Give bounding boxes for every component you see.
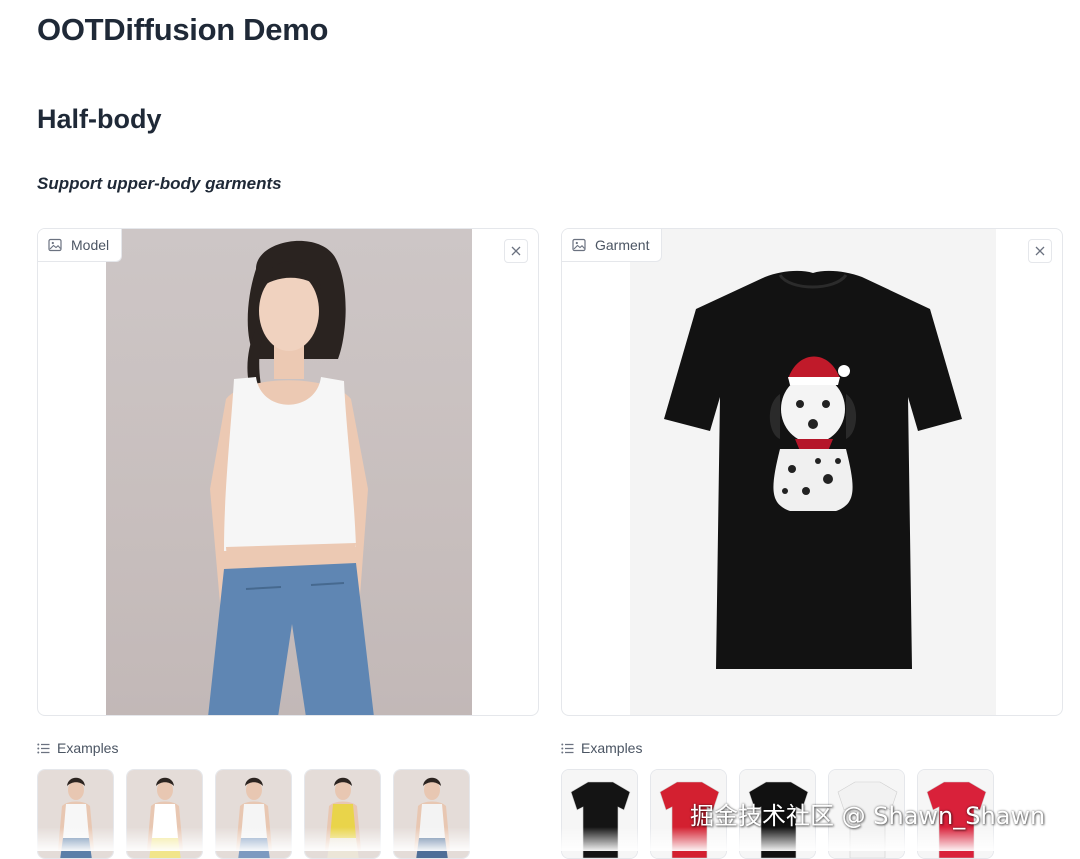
garment-examples-label: Examples: [581, 740, 643, 756]
garment-image-upload[interactable]: Garment: [561, 228, 1063, 716]
model-close-button[interactable]: [504, 239, 528, 263]
model-image: [106, 229, 472, 715]
garment-image: [630, 229, 996, 715]
model-examples-header: Examples: [37, 740, 118, 756]
watermark: 掘金技术社区 @ Shawn_Shawn: [690, 802, 1046, 830]
garment-label-text: Garment: [595, 237, 650, 253]
model-label-text: Model: [71, 237, 110, 253]
model-examples-label: Examples: [57, 740, 119, 756]
garment-examples-header: Examples: [561, 740, 642, 756]
garment-label: Garment: [562, 229, 663, 262]
image-icon: [48, 238, 62, 252]
list-icon: [561, 743, 574, 754]
garment-close-button[interactable]: [1028, 239, 1052, 263]
close-icon: [511, 244, 521, 259]
model-label: Model: [38, 229, 123, 262]
section-subtitle: Support upper-body garments: [37, 174, 282, 193]
close-icon: [1035, 244, 1045, 259]
image-icon: [572, 238, 586, 252]
page-title: OOTDiffusion Demo: [37, 12, 329, 47]
section-title: Half-body: [37, 104, 162, 134]
list-icon: [37, 743, 50, 754]
model-image-upload[interactable]: Model: [37, 228, 539, 716]
